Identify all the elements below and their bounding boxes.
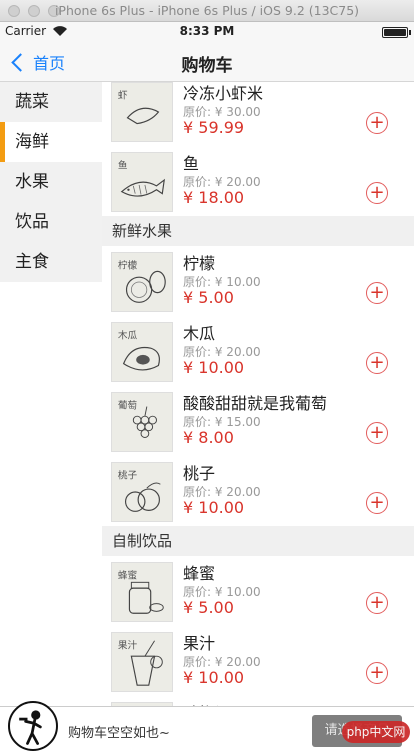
cart-empty-text: 购物车空空如也~ [68, 726, 170, 741]
battery-icon [382, 27, 411, 38]
category-item[interactable]: 水果 [0, 162, 102, 202]
product-name: 果汁 [183, 634, 216, 653]
page-title: 购物车 [181, 56, 233, 76]
svg-text:柠檬: 柠檬 [118, 259, 138, 271]
sale-price: ¥ 18.00 [183, 188, 245, 207]
svg-text:果汁: 果汁 [118, 639, 138, 651]
window-title: iPhone 6s Plus - iPhone 6s Plus / iOS 9.… [54, 3, 360, 18]
sale-price: ¥ 8.00 [183, 428, 234, 447]
product-name: 鱼 [183, 154, 200, 173]
product-name: 桃子 [183, 464, 216, 483]
add-to-cart-button[interactable]: + [366, 182, 388, 204]
category-item[interactable]: 饮品 [0, 202, 102, 242]
product-name: 酸酸甜甜就是我葡萄 [183, 394, 328, 413]
product-list[interactable]: 仅有的一点海鲜虾冷冻小虾米原价: ¥ 30.00¥ 59.99+鱼鱼原价: ¥ … [102, 82, 414, 706]
juice-icon: 果汁 [111, 632, 173, 692]
fish-icon: 鱼 [111, 152, 173, 212]
add-to-cart-button[interactable]: + [366, 662, 388, 684]
category-item-active[interactable]: 海鲜 [0, 122, 102, 162]
svg-text:虾: 虾 [118, 89, 128, 101]
honey-icon: 蜂蜜 [111, 562, 173, 622]
sale-price: ¥ 10.00 [183, 668, 245, 687]
category-label: 水果 [15, 172, 49, 192]
sale-price: ¥ 10.00 [183, 358, 245, 377]
category-label: 饮品 [15, 212, 49, 232]
cart-logo-icon[interactable] [8, 701, 58, 751]
category-item[interactable]: 主食 [0, 242, 102, 282]
category-label: 海鲜 [15, 132, 49, 152]
product-row[interactable]: 葡萄 酸酸甜甜就是我葡萄 原价: ¥ 15.00 ¥ 8.00 + [102, 386, 414, 456]
svg-text:蜂蜜: 蜂蜜 [118, 569, 138, 581]
sale-price: ¥ 5.00 [183, 598, 234, 617]
add-to-cart-button[interactable]: + [366, 592, 388, 614]
shrimp-icon: 虾 [111, 82, 173, 142]
product-row[interactable]: 蜂蜜 蜂蜜 原价: ¥ 10.00 ¥ 5.00 + [102, 556, 414, 626]
svg-text:鱼: 鱼 [118, 159, 128, 171]
product-row[interactable]: 木瓜 木瓜 原价: ¥ 20.00 ¥ 10.00 + [102, 316, 414, 386]
add-to-cart-button[interactable]: + [366, 422, 388, 444]
section-header: 自制饮品 [102, 526, 414, 556]
grape-icon: 葡萄 [111, 392, 173, 452]
category-menu: 蔬菜 海鲜 水果 饮品 主食 [0, 82, 102, 282]
sale-price: ¥ 5.00 [183, 288, 234, 307]
watermark-badge: php中文网 [342, 721, 410, 743]
cart-bar: 购物车空空如也~ 请选择商品 php中文网 [0, 701, 414, 754]
status-bar: Carrier 8:33 PM [0, 22, 414, 42]
product-row[interactable]: 酸酸梅汤原价: ¥ 20.00¥ 10.00+ [102, 696, 414, 706]
product-row[interactable]: 虾冷冻小虾米 原价: ¥ 30.00 ¥ 59.99 + [102, 82, 414, 146]
svg-text:木瓜: 木瓜 [118, 329, 138, 341]
product-row[interactable]: 果汁 果汁 原价: ¥ 20.00 ¥ 10.00 + [102, 626, 414, 696]
add-to-cart-button[interactable]: + [366, 282, 388, 304]
product-row[interactable]: 鱼鱼原价: ¥ 20.00 ¥ 18.00 + [102, 146, 414, 216]
papaya-icon: 木瓜 [111, 322, 173, 382]
simulator-titlebar: iPhone 6s Plus - iPhone 6s Plus / iOS 9.… [0, 0, 414, 22]
product-row[interactable]: 桃子 桃子 原价: ¥ 20.00 ¥ 10.00 + [102, 456, 414, 526]
category-label: 蔬菜 [15, 92, 49, 112]
product-row[interactable]: 柠檬 柠檬 原价: ¥ 10.00 ¥ 5.00 + [102, 246, 414, 316]
sale-price: ¥ 10.00 [183, 498, 245, 517]
svg-text:桃子: 桃子 [118, 469, 138, 481]
product-name: 蜂蜜 [183, 564, 216, 583]
category-label: 主食 [15, 252, 49, 272]
section-header: 新鲜水果 [102, 216, 414, 246]
product-name: 柠檬 [183, 254, 216, 273]
add-to-cart-button[interactable]: + [366, 352, 388, 374]
add-to-cart-button[interactable]: + [366, 492, 388, 514]
category-item[interactable]: 蔬菜 [0, 82, 102, 122]
product-name: 冷冻小虾米 [183, 84, 264, 103]
lemon-icon: 柠檬 [111, 252, 173, 312]
sale-price: ¥ 59.99 [183, 118, 245, 137]
add-to-cart-button[interactable]: + [366, 112, 388, 134]
product-name: 木瓜 [183, 324, 216, 343]
svg-text:葡萄: 葡萄 [118, 399, 138, 411]
status-time: 8:33 PM [179, 24, 235, 38]
navigation-bar: 首页 购物车 [0, 42, 414, 82]
peach-icon: 桃子 [111, 462, 173, 522]
